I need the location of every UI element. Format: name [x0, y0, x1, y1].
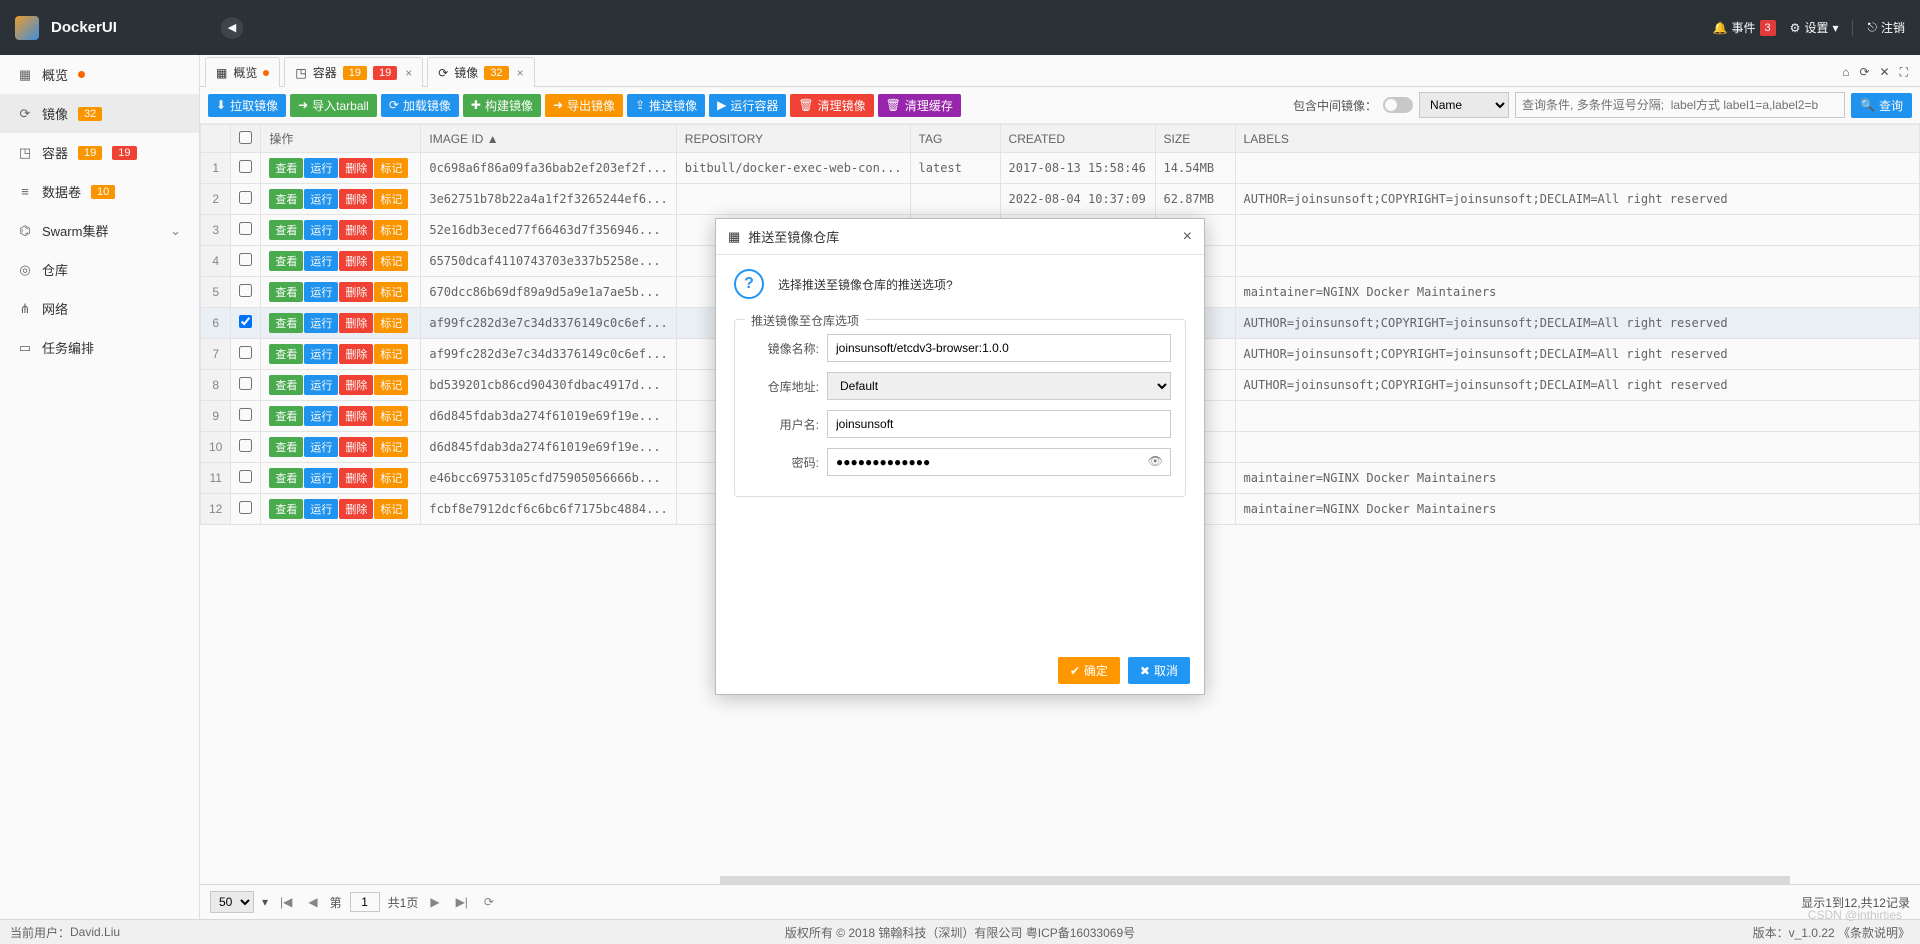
eye-icon[interactable]: 👁 [1148, 454, 1163, 468]
repo-address-select[interactable]: Default [827, 372, 1171, 400]
password-input[interactable] [827, 448, 1171, 476]
dialog-question: 选择推送至镜像仓库的推送选项? [778, 276, 953, 293]
dialog-title: 推送至镜像仓库 [748, 227, 839, 246]
username-input[interactable] [827, 410, 1171, 438]
question-icon: ? [734, 269, 764, 299]
username-label: 用户名: [749, 416, 819, 433]
fieldset-legend: 推送镜像至仓库选项 [745, 312, 865, 329]
cancel-button[interactable]: ✖ 取消 [1128, 657, 1190, 684]
dialog-close[interactable]: × [1183, 228, 1192, 246]
repo-address-label: 仓库地址: [749, 378, 819, 395]
ok-button[interactable]: ✔ 确定 [1058, 657, 1120, 684]
image-name-label: 镜像名称: [749, 340, 819, 357]
push-image-dialog: ▦ 推送至镜像仓库 × ? 选择推送至镜像仓库的推送选项? 推送镜像至仓库选项 … [715, 218, 1205, 695]
password-label: 密码: [749, 454, 819, 471]
modal-overlay: ▦ 推送至镜像仓库 × ? 选择推送至镜像仓库的推送选项? 推送镜像至仓库选项 … [0, 0, 1920, 944]
cancel-icon: ✖ [1140, 664, 1150, 678]
window-icon: ▦ [728, 229, 740, 245]
check-icon: ✔ [1070, 664, 1080, 678]
image-name-input[interactable] [827, 334, 1171, 362]
